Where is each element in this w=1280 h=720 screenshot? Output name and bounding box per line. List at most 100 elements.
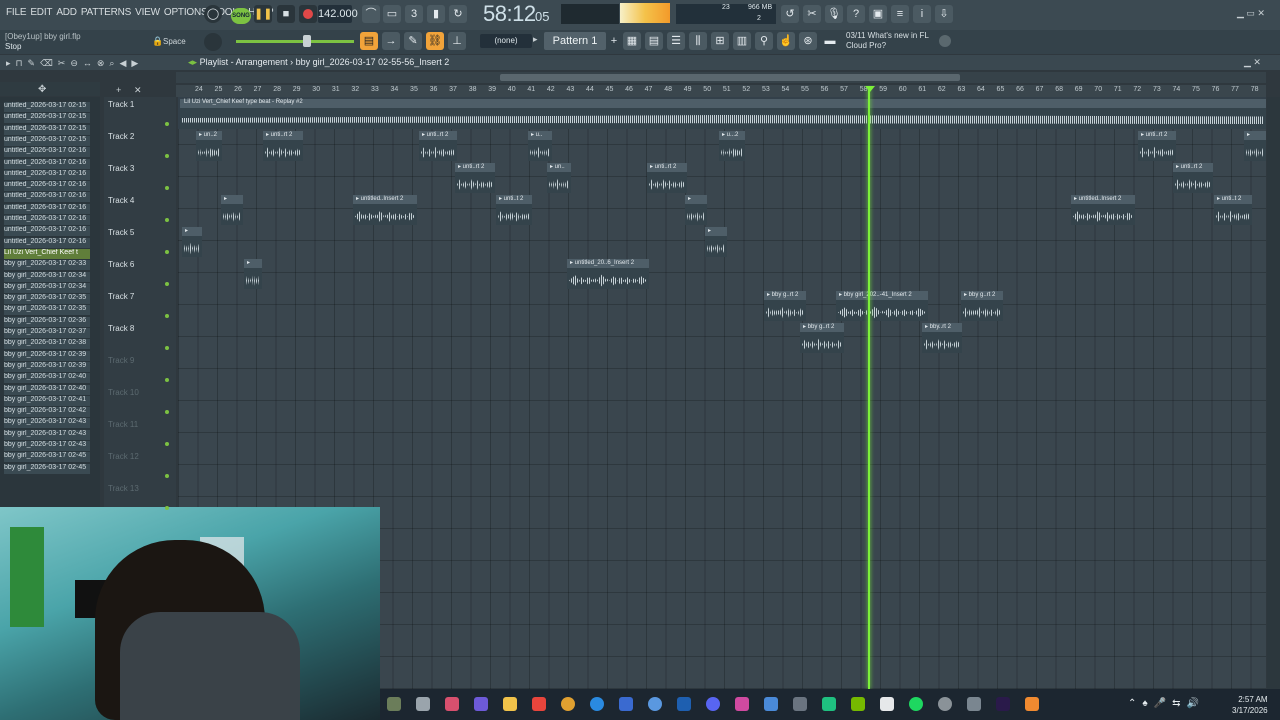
browser-item[interactable]: bby girl_2026-03-17 02-45 xyxy=(4,463,90,474)
audio-clip[interactable]: ▸ unti..rt 2 xyxy=(647,163,687,193)
browser-item[interactable]: bby girl_2026-03-17 02-41 xyxy=(4,395,90,406)
step-edit-icon[interactable]: ▮ xyxy=(427,5,445,23)
audio-clip[interactable]: ▸ unti..rt 2 xyxy=(1138,131,1176,161)
audio-clip[interactable]: ▸ unti..rt 2 xyxy=(1173,163,1213,193)
taskbar-app8-icon[interactable] xyxy=(822,697,836,711)
audio-clip[interactable]: ▸ xyxy=(1244,131,1266,161)
browser-item[interactable]: bby girl_2026-03-17 02-39 xyxy=(4,350,90,361)
taskbar-spotify-icon[interactable] xyxy=(909,697,923,711)
taskbar-app7-icon[interactable] xyxy=(793,697,807,711)
system-tray[interactable]: ⌃♠🎤⇆🔊 xyxy=(1128,698,1205,709)
audio-clip[interactable]: ▸ unti..rt 2 xyxy=(455,163,495,193)
taskbar-flstudio-icon[interactable] xyxy=(1025,697,1039,711)
timeline-ruler[interactable]: 24 25 26 27 28 29 30 31 32 33 34 35 36 37 38 39 40 41 42 43… xyxy=(176,85,1266,97)
browser-item[interactable]: untitled_2026-03-17 02-16 xyxy=(4,192,90,203)
link-icon[interactable]: ⛓ xyxy=(426,32,444,50)
taskbar-clock[interactable]: 2:57 AM 3/17/2026 xyxy=(1232,694,1268,716)
browser-item[interactable]: untitled_2026-03-17 02-16 xyxy=(4,203,90,214)
browser-item[interactable]: bby girl_2026-03-17 02-40 xyxy=(4,373,90,384)
audio-clip[interactable]: ▸ xyxy=(244,259,262,289)
news-cart-icon[interactable]: ▬ xyxy=(821,32,839,50)
master-volume-handle[interactable] xyxy=(303,35,311,47)
audio-clip[interactable]: ▸ untitled..Insert 2 xyxy=(353,195,417,225)
browser-item[interactable]: untitled_2026-03-17 02-15 xyxy=(4,113,90,124)
browser-item[interactable]: bby girl_2026-03-17 02-39 xyxy=(4,361,90,372)
playlist-icon[interactable]: ▦ xyxy=(623,32,641,50)
track-mute-led[interactable] xyxy=(165,314,169,318)
browser-icon[interactable]: ▥ xyxy=(733,32,751,50)
track-mute-led[interactable] xyxy=(165,186,169,190)
stamp-icon[interactable]: ⊥ xyxy=(448,32,466,50)
stop-button[interactable]: ■ xyxy=(277,5,295,23)
track-mute-led[interactable] xyxy=(165,282,169,286)
audio-clip[interactable]: ▸ unti..rt 2 xyxy=(263,131,303,161)
mixer-view-icon[interactable]: ⫼ xyxy=(689,32,707,50)
taskbar-app5-icon[interactable] xyxy=(735,697,749,711)
taskbar-notepad-icon[interactable] xyxy=(880,697,894,711)
audio-clip[interactable]: ▸ bby g..rt 2 xyxy=(800,323,844,353)
browser-item[interactable]: bby girl_2026-03-17 02-37 xyxy=(4,328,90,338)
pencil-icon[interactable]: ✎ xyxy=(404,32,422,50)
taskbar-app4-icon[interactable] xyxy=(677,697,691,711)
pattern-selector[interactable]: Pattern 1 xyxy=(544,32,606,50)
taskbar-app6-icon[interactable] xyxy=(764,697,778,711)
track-mute-led[interactable] xyxy=(165,474,169,478)
track-mute-led[interactable] xyxy=(165,442,169,446)
taskbar-app-icon[interactable] xyxy=(387,697,401,711)
countdown-icon[interactable]: 3 xyxy=(405,5,423,23)
browser-item[interactable]: bby girl_2026-03-17 02-38 xyxy=(4,339,90,350)
taskbar-settings-icon[interactable] xyxy=(967,697,981,711)
menu-options[interactable]: OPTIONS xyxy=(162,7,210,18)
browser-item[interactable]: untitled_2026-03-17 02-16 xyxy=(4,169,90,180)
taskbar-premiere-icon[interactable] xyxy=(996,697,1010,711)
browser-item[interactable]: bby girl_2026-03-17 02-40 xyxy=(4,384,90,395)
audio-clip[interactable]: ▸ bby..rt 2 xyxy=(922,323,962,353)
audio-clip[interactable]: ▸ bby girl_202..-41_Insert 2 xyxy=(836,291,928,321)
browser-item[interactable]: untitled_2026-03-17 02-16 xyxy=(4,215,90,225)
track-mute-led[interactable] xyxy=(165,410,169,414)
track-name[interactable]: Track 11 xyxy=(108,420,138,429)
track-mute-led[interactable] xyxy=(165,218,169,222)
browser-item[interactable]: untitled_2026-03-17 02-16 xyxy=(4,147,90,158)
news-panel[interactable]: 03/11 What's new in FL Cloud Pro? xyxy=(846,31,929,51)
browser-item[interactable]: bby girl_2026-03-17 02-43 xyxy=(4,441,90,451)
cut-icon[interactable]: ✂ xyxy=(803,5,821,23)
taskbar-app2-icon[interactable] xyxy=(532,697,546,711)
browser-item[interactable]: bby girl_2026-03-17 02-34 xyxy=(4,282,90,293)
track-name[interactable]: Track 1 xyxy=(108,100,134,109)
browser-item[interactable]: bby girl_2026-03-17 02-34 xyxy=(4,271,90,282)
audio-clip[interactable]: ▸ u...2 xyxy=(719,131,745,161)
browser-item[interactable]: untitled_2026-03-17 02-16 xyxy=(4,226,90,237)
track-mute-led[interactable] xyxy=(165,154,169,158)
audio-clip[interactable]: ▸ bby g..rt 2 xyxy=(961,291,1003,321)
audio-clip[interactable]: ▸ u.. xyxy=(528,131,552,161)
playhead[interactable] xyxy=(868,88,870,689)
channel-rack-icon[interactable]: ☰ xyxy=(667,32,685,50)
tempo-knob-icon[interactable]: ◯ xyxy=(204,5,222,23)
close-track-icon[interactable]: ✕ xyxy=(134,85,142,96)
audio-clip[interactable]: ▸ xyxy=(685,195,707,225)
menu-add[interactable]: ADD xyxy=(54,7,79,18)
browser-item[interactable]: untitled_2026-03-17 02-15 xyxy=(4,124,90,135)
menu-patterns[interactable]: PATTERNS xyxy=(79,7,133,18)
taskbar-copilot-icon[interactable] xyxy=(445,697,459,711)
tempo-display[interactable]: 142.000 xyxy=(318,5,358,23)
mixer-icon[interactable]: ≡ xyxy=(891,5,909,23)
audio-clip[interactable]: ▸ un..2 xyxy=(196,131,222,161)
undo-icon[interactable]: ↺ xyxy=(781,5,799,23)
vertical-scrollbar[interactable] xyxy=(1267,97,1280,689)
song-mode-toggle[interactable]: SONG xyxy=(231,8,251,24)
save-icon[interactable]: ▣ xyxy=(869,5,887,23)
track-name[interactable]: Track 7 xyxy=(108,292,134,301)
browser-item[interactable]: bby girl_2026-03-17 02-45 xyxy=(4,452,90,463)
news-settings-icon[interactable] xyxy=(939,35,951,47)
record-button[interactable] xyxy=(299,5,317,23)
mic-icon[interactable]: 🎙 xyxy=(825,5,843,23)
track-mute-led[interactable] xyxy=(165,250,169,254)
plugin-picker-icon[interactable]: ⊞ xyxy=(711,32,729,50)
track-name[interactable]: Track 12 xyxy=(108,452,139,461)
track-name[interactable]: Track 8 xyxy=(108,324,134,333)
audio-clip[interactable]: ▸ bby g..rt 2 xyxy=(764,291,806,321)
play-arrow-icon[interactable]: ▸ xyxy=(533,34,538,45)
play-pause-button[interactable]: ❚❚ xyxy=(254,5,272,23)
